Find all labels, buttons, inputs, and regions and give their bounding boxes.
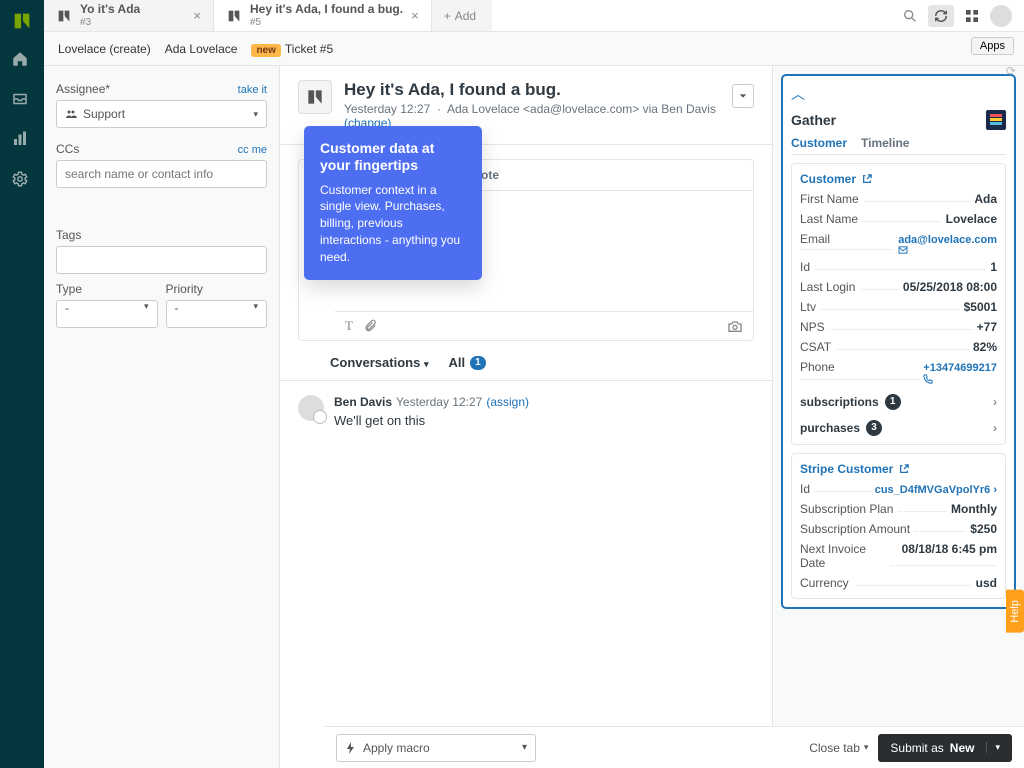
purchases-expand[interactable]: purchases3› [800,420,997,436]
center-column: Hey it's Ada, I found a bug. Yesterday 1… [280,66,772,768]
text-format-icon[interactable]: T [345,318,353,334]
conversations-dropdown[interactable]: Conversations ▾ [330,355,428,370]
close-tab-button[interactable]: Close tab▾ [809,741,868,755]
lightning-icon [345,742,357,754]
mail-icon [898,246,908,254]
stripe-id-link[interactable]: cus_D4fMVGaVpolYr6 › [871,484,997,496]
nav-rail [0,0,44,768]
assignee-select[interactable]: Support ▾ [56,100,267,128]
footer-bar: Apply macro▾ Close tab▾ Submit as New▾ [324,726,1024,768]
cc-me-link[interactable]: cc me [238,144,267,156]
subtab-timeline[interactable]: Timeline [861,136,909,150]
insert-icon[interactable] [727,318,743,334]
tab-bar: Yo it's Ada#3 × Hey it's Ada, I found a … [44,0,1024,32]
requester-avatar [298,80,332,114]
ticket-crumb: newTicket #5 [251,42,333,56]
reports-icon[interactable] [11,130,33,152]
user-avatar[interactable] [990,5,1012,27]
chevron-down-icon: ▾ [864,742,869,753]
onboarding-tooltip: Customer data at your fingertips Custome… [304,126,482,280]
type-select[interactable]: -▾ [56,300,158,328]
priority-select[interactable]: -▾ [166,300,268,328]
external-link-icon [862,174,872,184]
close-tab-icon[interactable]: × [411,8,419,23]
refresh-icon[interactable]: ⟳ [1006,66,1016,78]
ticket-title: Hey it's Ada, I found a bug. [344,80,720,100]
submit-button[interactable]: Submit as New▾ [878,734,1012,762]
customer-section-title[interactable]: Customer [800,172,997,186]
phone-icon [923,374,933,384]
breadcrumb: Lovelace (create) Ada Lovelace newTicket… [44,32,1024,66]
chevron-right-icon: › [993,421,997,435]
subtab-customer[interactable]: Customer [791,136,847,150]
chevron-right-icon: › [993,484,997,496]
apps-button[interactable]: Apps [971,37,1014,55]
msg-avatar [298,395,324,421]
tab-1[interactable]: Yo it's Ada#3 × [44,0,214,31]
subscriptions-expand[interactable]: subscriptions1› [800,394,997,410]
org-crumb[interactable]: Lovelace (create) [58,42,151,56]
chevron-down-icon: ▾ [522,742,527,753]
inbox-icon[interactable] [11,90,33,112]
add-tab-button[interactable]: + Add [432,0,492,31]
attach-icon[interactable] [363,319,377,333]
chevron-right-icon: › [993,395,997,409]
close-tab-icon[interactable]: × [193,8,201,23]
filter-all-tab[interactable]: All1 [448,355,485,370]
sidebar-right: ⟳ ︿ Gather Customer Timeline Customer Fi… [772,66,1024,768]
plus-icon: + [444,9,451,23]
take-it-link[interactable]: take it [238,84,267,96]
apps-grid-icon[interactable] [964,8,980,24]
app-logo [11,10,33,32]
external-link-icon [899,464,909,474]
sidebar-left: Assignee*take it Support ▾ CCscc me Tags… [44,66,280,768]
search-icon[interactable] [902,8,918,24]
apply-macro-button[interactable]: Apply macro▾ [336,734,536,762]
home-icon[interactable] [11,50,33,72]
stripe-section-title[interactable]: Stripe Customer [800,462,997,476]
chevron-down-icon: ▾ [253,109,258,120]
collapse-header-button[interactable] [732,84,754,108]
ticket-icon [226,8,242,24]
user-crumb[interactable]: Ada Lovelace [165,42,238,56]
chevron-down-icon: ▾ [424,359,429,369]
collapse-panel-icon[interactable]: ︿ [791,84,805,104]
help-tab[interactable]: Help [1006,590,1024,633]
email-link[interactable]: ada@lovelace.com [894,234,997,254]
refresh-icon[interactable] [928,5,954,27]
gather-logo [986,110,1006,130]
phone-link[interactable]: +13474699217 [919,362,997,384]
cc-input[interactable] [56,160,267,188]
settings-icon[interactable] [11,170,33,192]
chevron-down-icon: ▾ [986,742,1000,753]
msg-body: We'll get on this [334,413,529,428]
group-icon [65,108,77,120]
tab-2[interactable]: Hey it's Ada, I found a bug.#5 × [214,0,432,31]
tags-input[interactable] [56,246,267,274]
assign-link[interactable]: (assign) [486,395,529,409]
ticket-icon [56,8,72,24]
